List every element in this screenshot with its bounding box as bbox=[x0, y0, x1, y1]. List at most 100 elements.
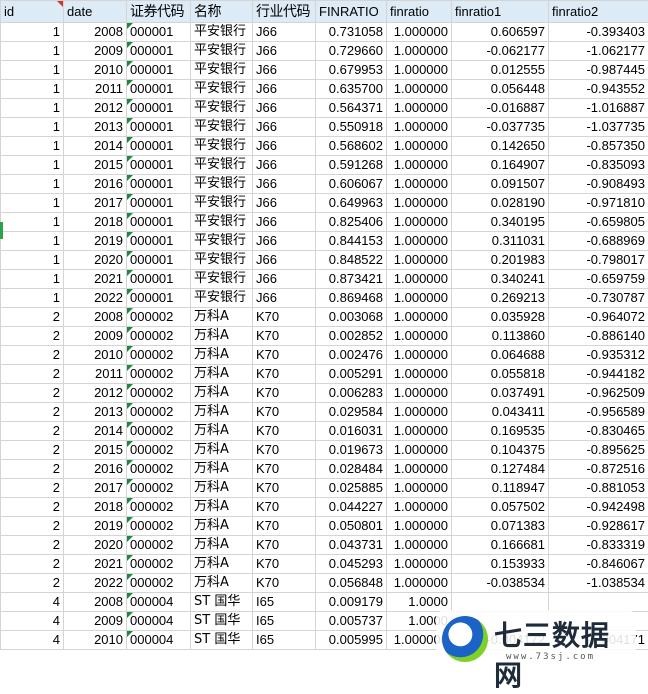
cell-industry-code[interactable]: K70 bbox=[253, 422, 316, 441]
cell-finratio[interactable]: 1.000000 bbox=[387, 498, 452, 517]
cell-finratio1[interactable]: 0.037491 bbox=[452, 384, 549, 403]
cell-name[interactable]: ST 国华 bbox=[191, 631, 253, 650]
cell-finratio1[interactable]: 0.340195 bbox=[452, 213, 549, 232]
cell-date[interactable]: 2014 bbox=[64, 422, 127, 441]
cell-id[interactable]: 2 bbox=[1, 384, 64, 403]
header-cell-finratio1[interactable]: finratio1 bbox=[452, 1, 549, 23]
cell-stock-code[interactable]: 000002 bbox=[127, 574, 191, 593]
cell-date[interactable]: 2010 bbox=[64, 631, 127, 650]
cell-industry-code[interactable]: I65 bbox=[253, 612, 316, 631]
cell-id[interactable]: 2 bbox=[1, 555, 64, 574]
cell-date[interactable]: 2010 bbox=[64, 346, 127, 365]
cell-id[interactable]: 1 bbox=[1, 42, 64, 61]
cell-date[interactable]: 2008 bbox=[64, 308, 127, 327]
cell-name[interactable]: 平安银行 bbox=[191, 232, 253, 251]
cell-finratio1[interactable]: 0.153933 bbox=[452, 555, 549, 574]
cell-industry-code[interactable]: J66 bbox=[253, 80, 316, 99]
cell-date[interactable]: 2018 bbox=[64, 213, 127, 232]
cell-id[interactable]: 1 bbox=[1, 251, 64, 270]
cell-industry-code[interactable]: J66 bbox=[253, 118, 316, 137]
cell-stock-code[interactable]: 000004 bbox=[127, 612, 191, 631]
cell-industry-code[interactable]: K70 bbox=[253, 498, 316, 517]
cell-finratio1[interactable]: 0.057502 bbox=[452, 498, 549, 517]
cell-finratio2[interactable]: -0.798017 bbox=[549, 251, 648, 270]
cell-stock-code[interactable]: 000004 bbox=[127, 593, 191, 612]
cell-finratio1[interactable]: -0.038534 bbox=[452, 574, 549, 593]
cell-finratio[interactable]: 1.000000 bbox=[387, 365, 452, 384]
cell-name[interactable]: 万科A bbox=[191, 536, 253, 555]
header-cell-name[interactable]: 名称 bbox=[191, 1, 253, 23]
header-cell-date[interactable]: date bbox=[64, 1, 127, 23]
cell-date[interactable]: 2008 bbox=[64, 593, 127, 612]
cell-date[interactable]: 2008 bbox=[64, 23, 127, 42]
cell-stock-code[interactable]: 000002 bbox=[127, 308, 191, 327]
cell-finratio2[interactable]: -0.944182 bbox=[549, 365, 648, 384]
cell-finratio2[interactable]: -0.857350 bbox=[549, 137, 648, 156]
cell-finratio1[interactable]: 0.127484 bbox=[452, 460, 549, 479]
cell-id[interactable]: 1 bbox=[1, 23, 64, 42]
cell-stock-code[interactable]: 000002 bbox=[127, 536, 191, 555]
cell-finratio1[interactable]: 0.269213 bbox=[452, 289, 549, 308]
cell-finratio[interactable]: 1.000000 bbox=[387, 346, 452, 365]
cell-id[interactable]: 1 bbox=[1, 175, 64, 194]
cell-FINRATIO[interactable]: 0.029584 bbox=[316, 403, 387, 422]
cell-id[interactable]: 2 bbox=[1, 479, 64, 498]
cell-finratio1[interactable] bbox=[452, 593, 549, 612]
cell-finratio1[interactable]: 0.118947 bbox=[452, 479, 549, 498]
cell-finratio1[interactable]: 0.201983 bbox=[452, 251, 549, 270]
cell-industry-code[interactable]: I65 bbox=[253, 593, 316, 612]
cell-name[interactable]: 平安银行 bbox=[191, 289, 253, 308]
cell-industry-code[interactable]: J66 bbox=[253, 289, 316, 308]
cell-id[interactable]: 1 bbox=[1, 270, 64, 289]
cell-finratio2[interactable]: -0.964072 bbox=[549, 308, 648, 327]
cell-FINRATIO[interactable]: 0.550918 bbox=[316, 118, 387, 137]
cell-name[interactable]: 平安银行 bbox=[191, 194, 253, 213]
cell-finratio2[interactable]: -0.987445 bbox=[549, 61, 648, 80]
cell-finratio2[interactable]: -0.872516 bbox=[549, 460, 648, 479]
cell-date[interactable]: 2016 bbox=[64, 175, 127, 194]
cell-FINRATIO[interactable]: 0.005995 bbox=[316, 631, 387, 650]
cell-industry-code[interactable]: K70 bbox=[253, 536, 316, 555]
cell-finratio2[interactable]: -0.881053 bbox=[549, 479, 648, 498]
cell-finratio2[interactable]: -0.833319 bbox=[549, 536, 648, 555]
cell-FINRATIO[interactable]: 0.044227 bbox=[316, 498, 387, 517]
cell-id[interactable]: 1 bbox=[1, 137, 64, 156]
cell-finratio2[interactable]: -0.956589 bbox=[549, 403, 648, 422]
cell-stock-code[interactable]: 000001 bbox=[127, 61, 191, 80]
cell-id[interactable]: 2 bbox=[1, 498, 64, 517]
cell-stock-code[interactable]: 000001 bbox=[127, 194, 191, 213]
cell-name[interactable]: 万科A bbox=[191, 498, 253, 517]
cell-finratio[interactable]: 1.000000 bbox=[387, 213, 452, 232]
cell-industry-code[interactable]: K70 bbox=[253, 365, 316, 384]
cell-id[interactable]: 2 bbox=[1, 365, 64, 384]
cell-FINRATIO[interactable]: 0.005291 bbox=[316, 365, 387, 384]
cell-finratio2[interactable]: -1.037735 bbox=[549, 118, 648, 137]
cell-FINRATIO[interactable]: 0.045293 bbox=[316, 555, 387, 574]
cell-name[interactable]: 平安银行 bbox=[191, 213, 253, 232]
cell-name[interactable]: 平安银行 bbox=[191, 42, 253, 61]
cell-industry-code[interactable]: J66 bbox=[253, 232, 316, 251]
cell-id[interactable]: 2 bbox=[1, 308, 64, 327]
cell-finratio1[interactable]: 0.340241 bbox=[452, 270, 549, 289]
cell-finratio[interactable]: 1.000000 bbox=[387, 422, 452, 441]
cell-date[interactable]: 2019 bbox=[64, 232, 127, 251]
cell-id[interactable]: 1 bbox=[1, 156, 64, 175]
cell-name[interactable]: 平安银行 bbox=[191, 61, 253, 80]
cell-industry-code[interactable]: K70 bbox=[253, 403, 316, 422]
cell-finratio1[interactable]: 0.071383 bbox=[452, 517, 549, 536]
cell-name[interactable]: 万科A bbox=[191, 308, 253, 327]
cell-date[interactable]: 2017 bbox=[64, 479, 127, 498]
cell-industry-code[interactable]: J66 bbox=[253, 251, 316, 270]
cell-finratio1[interactable]: 0.311031 bbox=[452, 232, 549, 251]
cell-FINRATIO[interactable]: 0.043731 bbox=[316, 536, 387, 555]
cell-stock-code[interactable]: 000002 bbox=[127, 384, 191, 403]
cell-finratio[interactable]: 1.000000 bbox=[387, 308, 452, 327]
cell-finratio[interactable]: 1.000000 bbox=[387, 327, 452, 346]
cell-industry-code[interactable]: K70 bbox=[253, 555, 316, 574]
cell-FINRATIO[interactable]: 0.591268 bbox=[316, 156, 387, 175]
cell-finratio1[interactable]: 0.028190 bbox=[452, 194, 549, 213]
cell-FINRATIO[interactable]: 0.003068 bbox=[316, 308, 387, 327]
cell-finratio[interactable]: 1.000000 bbox=[387, 118, 452, 137]
cell-finratio2[interactable]: -0.659805 bbox=[549, 213, 648, 232]
header-cell-industry-code[interactable]: 行业代码 bbox=[253, 1, 316, 23]
